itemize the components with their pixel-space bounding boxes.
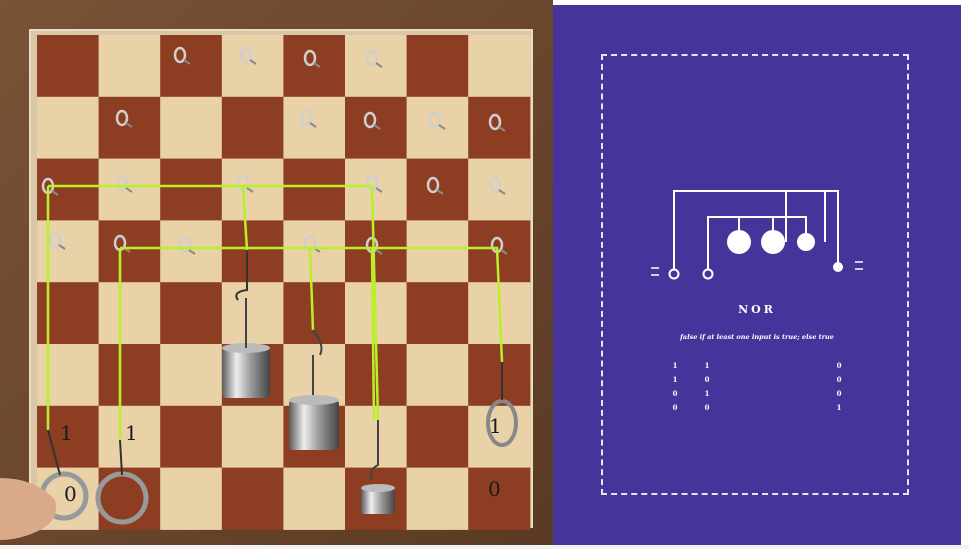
board-square — [37, 96, 100, 160]
board-square — [345, 35, 408, 98]
board-square — [221, 220, 284, 283]
chessboard-illustration — [0, 0, 553, 549]
nor-gate-schematic — [651, 190, 863, 280]
board-square — [406, 96, 469, 160]
board-square — [98, 96, 161, 160]
chessboard-photo: 1 1 0 1 0 — [0, 0, 553, 549]
board-square — [160, 158, 223, 221]
board-square — [160, 35, 223, 98]
board-square — [406, 220, 469, 283]
weight-large-2 — [761, 230, 785, 254]
board-square — [221, 35, 284, 98]
board-square — [221, 405, 284, 469]
board-square — [160, 405, 223, 469]
board-square — [37, 158, 100, 221]
truth-table-cell: 0 — [672, 403, 678, 412]
board-square — [283, 35, 346, 98]
board-square — [37, 282, 100, 345]
board-square — [406, 35, 469, 98]
board-square — [345, 158, 408, 221]
chessboard-squares — [37, 35, 531, 530]
weight-large-1 — [727, 230, 751, 254]
board-square — [283, 220, 346, 283]
board-square — [221, 282, 284, 345]
truth-table-cell: 0 — [836, 389, 842, 398]
board-label-bottom-left: 0 — [64, 482, 77, 506]
board-square — [37, 344, 100, 407]
board-square — [283, 467, 346, 530]
board-label-right-ring: 1 — [489, 414, 502, 438]
truth-table-cell: 0 — [672, 389, 678, 398]
truth-table-cell: 1 — [672, 361, 678, 370]
truth-table-cell: 1 — [704, 361, 710, 370]
board-square — [283, 158, 346, 221]
board-square — [406, 344, 469, 407]
truth-table-cell: 1 — [836, 403, 842, 412]
board-square — [98, 35, 161, 98]
board-label-top-mid: 1 — [125, 421, 138, 445]
truth-table-cell: 0 — [704, 403, 710, 412]
board-square — [37, 35, 100, 98]
input-b-node — [702, 268, 714, 280]
board-square — [345, 220, 408, 283]
board-square — [468, 344, 531, 407]
board-square — [221, 96, 284, 160]
board-square — [160, 282, 223, 345]
board-square — [221, 158, 284, 221]
board-square — [98, 344, 161, 407]
board-square — [37, 220, 100, 283]
board-square — [468, 35, 531, 98]
gate-diagram-panel: NOR false if at least one input is true;… — [553, 5, 961, 545]
input-a-node — [668, 268, 680, 280]
board-square — [345, 96, 408, 160]
board-square — [283, 282, 346, 345]
board-square — [406, 467, 469, 530]
board-square — [406, 282, 469, 345]
truth-table-cell: 0 — [704, 375, 710, 384]
truth-table-cell: 1 — [672, 375, 678, 384]
board-square — [283, 96, 346, 160]
gate-description: false if at least one input is true; els… — [680, 333, 834, 341]
board-square — [98, 282, 161, 345]
board-square — [221, 467, 284, 530]
truth-table-cell: 0 — [836, 375, 842, 384]
board-label-top-left: 1 — [60, 421, 73, 445]
footer-strip — [0, 545, 969, 549]
board-square — [160, 344, 223, 407]
board-square — [345, 405, 408, 469]
gate-title: NOR — [738, 303, 776, 316]
board-square — [160, 96, 223, 160]
truth-table-cell: 1 — [704, 389, 710, 398]
output-node — [833, 262, 843, 272]
board-label-bottom-right: 0 — [488, 477, 501, 501]
board-square — [160, 467, 223, 530]
board-square — [406, 405, 469, 469]
weight-medium — [797, 233, 815, 251]
truth-table-cell: 0 — [836, 361, 842, 370]
